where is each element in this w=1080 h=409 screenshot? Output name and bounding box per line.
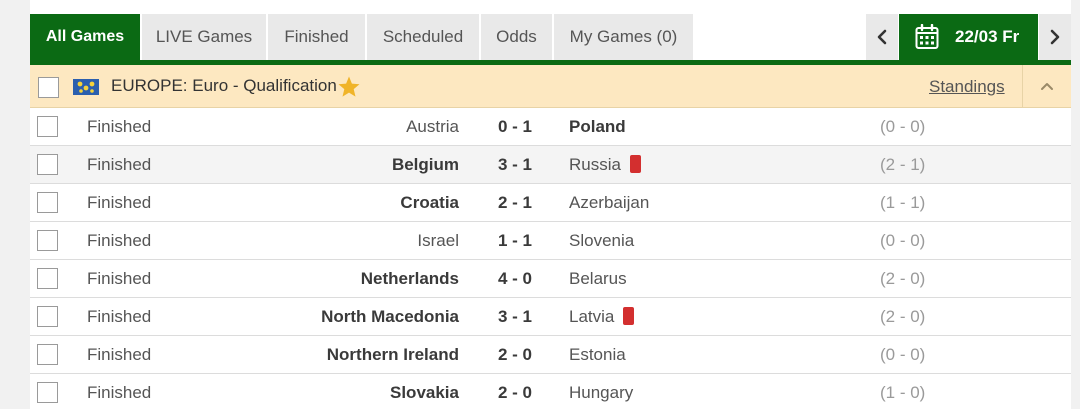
- league-checkbox[interactable]: [38, 77, 59, 98]
- match-status: Finished: [87, 345, 152, 364]
- match-score: 2 - 0: [497, 345, 533, 364]
- tab-my-games[interactable]: My Games (0): [554, 14, 694, 60]
- collapse-league-button[interactable]: [1022, 65, 1071, 107]
- match-score: 3 - 1: [497, 155, 533, 174]
- match-checkbox[interactable]: [37, 116, 58, 137]
- match-checkbox[interactable]: [37, 230, 58, 251]
- star-icon[interactable]: [337, 75, 361, 99]
- europe-flag-icon: [73, 79, 99, 95]
- halftime-score: (0 - 0): [880, 231, 926, 250]
- halftime-score: (2 - 0): [880, 307, 926, 326]
- previous-day-button[interactable]: [866, 14, 898, 60]
- halftime-score: (1 - 0): [880, 383, 926, 402]
- match-list: Finished Austria 0 - 1 Poland (0 - 0) Fi…: [30, 108, 1071, 409]
- match-row[interactable]: Finished Belgium 3 - 1 Russia (2 - 1): [30, 146, 1071, 184]
- home-team: Belgium: [391, 155, 459, 174]
- halftime-score: (2 - 0): [880, 269, 926, 288]
- match-score: 4 - 0: [497, 269, 533, 288]
- tab-live-games[interactable]: LIVE Games: [142, 14, 267, 60]
- match-row[interactable]: Finished Northern Ireland 2 - 0 Estonia …: [30, 336, 1071, 374]
- halftime-score: (0 - 0): [880, 345, 926, 364]
- home-team: Northern Ireland: [326, 345, 459, 364]
- home-team: North Macedonia: [321, 307, 459, 326]
- standings-link[interactable]: Standings: [929, 65, 1005, 109]
- home-team: Israel: [417, 231, 459, 250]
- match-checkbox[interactable]: [37, 192, 58, 213]
- away-team: Azerbaijan: [569, 193, 650, 212]
- tab-scheduled[interactable]: Scheduled: [367, 14, 480, 60]
- next-day-button[interactable]: [1039, 14, 1071, 60]
- home-team: Croatia: [400, 193, 459, 212]
- match-status: Finished: [87, 383, 152, 402]
- chevron-right-icon: [1050, 29, 1060, 45]
- away-team: Estonia: [569, 345, 626, 364]
- match-row[interactable]: Finished Slovakia 2 - 0 Hungary (1 - 0): [30, 374, 1071, 409]
- home-team: Slovakia: [390, 383, 459, 402]
- league-header: EUROPE: Euro - Qualification Standings: [30, 65, 1071, 108]
- chevron-up-icon: [1041, 82, 1053, 90]
- chevron-left-icon: [877, 29, 887, 45]
- tab-bar: All Games LIVE Games Finished Scheduled …: [30, 14, 1071, 65]
- tab-odds[interactable]: Odds: [481, 14, 553, 60]
- date-label: 22/03 Fr: [955, 27, 1020, 46]
- halftime-score: (0 - 0): [880, 117, 926, 136]
- red-card-icon: [623, 307, 635, 325]
- match-row[interactable]: Finished Croatia 2 - 1 Azerbaijan (1 - 1…: [30, 184, 1071, 222]
- league-name[interactable]: EUROPE: Euro - Qualification: [111, 65, 337, 107]
- halftime-score: (2 - 1): [880, 155, 926, 174]
- match-row[interactable]: Finished Austria 0 - 1 Poland (0 - 0): [30, 108, 1071, 146]
- home-team: Austria: [406, 117, 459, 136]
- red-card-icon: [629, 155, 641, 173]
- away-team: Hungary: [569, 383, 634, 402]
- date-picker-button[interactable]: 22/03 Fr: [899, 14, 1038, 60]
- tab-all-games[interactable]: All Games: [30, 14, 141, 60]
- match-checkbox[interactable]: [37, 382, 58, 403]
- match-score: 1 - 1: [497, 231, 533, 250]
- match-checkbox[interactable]: [37, 306, 58, 327]
- away-team-cell: Latvia: [569, 298, 635, 335]
- calendar-icon: [915, 24, 939, 49]
- away-team: Poland: [569, 117, 626, 136]
- match-score: 3 - 1: [497, 307, 533, 326]
- match-score: 2 - 0: [497, 383, 533, 402]
- match-status: Finished: [87, 307, 152, 326]
- match-score: 2 - 1: [497, 193, 533, 212]
- match-row[interactable]: Finished North Macedonia 3 - 1 Latvia (2…: [30, 298, 1071, 336]
- away-team: Belarus: [569, 269, 627, 288]
- match-checkbox[interactable]: [37, 154, 58, 175]
- match-status: Finished: [87, 193, 152, 212]
- match-checkbox[interactable]: [37, 344, 58, 365]
- away-team: Latvia: [569, 307, 615, 326]
- match-checkbox[interactable]: [37, 268, 58, 289]
- away-team: Slovenia: [569, 231, 635, 250]
- match-status: Finished: [87, 231, 152, 250]
- tab-finished[interactable]: Finished: [268, 14, 366, 60]
- match-status: Finished: [87, 117, 152, 136]
- halftime-score: (1 - 1): [880, 193, 926, 212]
- away-team: Russia: [569, 155, 621, 174]
- match-row[interactable]: Finished Israel 1 - 1 Slovenia (0 - 0): [30, 222, 1071, 260]
- away-team-cell: Russia: [569, 146, 641, 183]
- match-status: Finished: [87, 269, 152, 288]
- match-score: 0 - 1: [497, 117, 533, 136]
- match-row[interactable]: Finished Netherlands 4 - 0 Belarus (2 - …: [30, 260, 1071, 298]
- home-team: Netherlands: [360, 269, 459, 288]
- match-status: Finished: [87, 155, 152, 174]
